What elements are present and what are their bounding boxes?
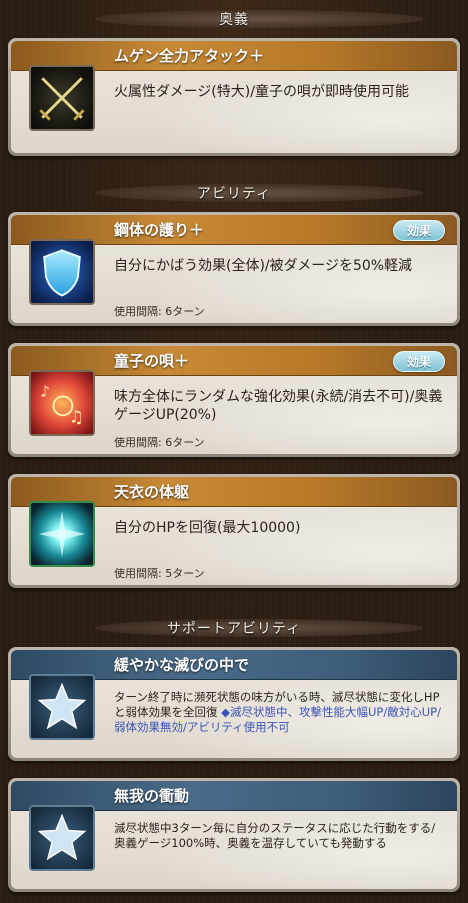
ougi-card[interactable]: ムゲン全力アタック＋ 火属性ダメージ(特大)/童子の唄が即時使用可能 [8,38,460,156]
ability-cooldown: 使用間隔: 6ターン [114,436,205,449]
ability-card-1[interactable]: 鋼体の護り＋ 効果 自分にかばう効果(全体)/被ダメージを50%軽減 使用間隔:… [8,212,460,326]
star-icon [29,674,95,740]
music-icon: ♪ ♫ [29,370,95,436]
section-header-abilities: アビリティ [0,180,468,206]
support-description: ターン終了時に瀕死状態の味方がいる時、滅尽状態に変化しHPと弱体効果を全回復 ◆… [114,690,441,734]
support-name: 無我の衝動 [114,787,190,805]
support-description: 滅尽状態中3ターン毎に自分のステータスに応じた行動をする/奥義ゲージ100%時、… [114,821,436,850]
section-title-support: サポートアビリティ [166,621,302,637]
shield-icon [29,239,95,305]
ability-description: 味方全体にランダムな強化効果(永続/消去不可)/奥義ゲージUP(20%) [114,389,443,423]
support-card-1[interactable]: 緩やかな滅びの中で ターン終了時に瀕死状態の味方がいる時、滅尽状態に変化しHPと… [8,647,460,761]
crossed-swords-icon [29,65,95,131]
section-title-abilities: アビリティ [196,186,272,202]
ougi-name: ムゲン全力アタック＋ [114,47,265,65]
ability-card-3[interactable]: 天衣の体躯 自分のHPを回復(最大10000) 使用間隔: 5ターン [8,474,460,588]
heal-burst-icon [29,501,95,567]
ability-cooldown: 使用間隔: 5ターン [114,567,205,580]
ability-name: 天衣の体躯 [114,483,190,501]
ability-description: 自分にかばう効果(全体)/被ダメージを50%軽減 [114,258,413,274]
ougi-description: 火属性ダメージ(特大)/童子の唄が即時使用可能 [114,84,409,100]
effect-button[interactable]: 効果 [393,351,445,372]
ability-name: 鋼体の護り＋ [114,221,205,239]
ability-description: 自分のHPを回復(最大10000) [114,520,301,536]
section-title-ougi: 奥義 [219,12,249,28]
star-icon [29,805,95,871]
svg-text:♪: ♪ [40,382,50,400]
section-header-ougi: 奥義 [0,6,468,32]
ability-cooldown: 使用間隔: 6ターン [114,305,205,318]
ability-name: 童子の唄＋ [114,352,190,370]
effect-button[interactable]: 効果 [393,220,445,241]
support-name: 緩やかな滅びの中で [114,656,250,674]
ability-card-2[interactable]: 童子の唄＋ 効果 ♪ ♫ 味方全体にランダムな強化効果(永続/消去不可)/奥義ゲ… [8,343,460,457]
section-header-support: サポートアビリティ [0,615,468,641]
support-card-2[interactable]: 無我の衝動 滅尽状態中3ターン毎に自分のステータスに応じた行動をする/奥義ゲージ… [8,778,460,892]
